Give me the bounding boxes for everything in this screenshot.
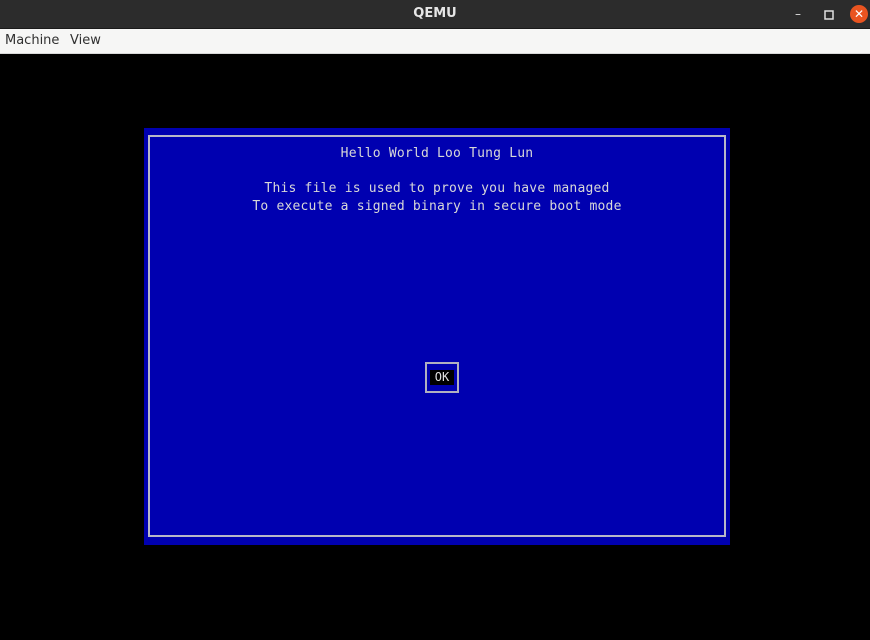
dialog-message-line-2: To execute a signed binary in secure boo… [252,199,622,214]
maximize-icon[interactable] [819,4,839,24]
dialog-title: Hello World Loo Tung Lun [340,146,534,161]
qemu-window: QEMU – ✕ Machine View Hello World Loo Tu… [0,0,870,640]
title-bar[interactable]: QEMU – ✕ [0,0,870,29]
menu-view[interactable]: View [70,29,101,53]
ok-button[interactable]: OK [425,362,459,393]
window-title: QEMU [413,6,457,21]
menu-machine[interactable]: Machine [5,29,59,53]
menu-bar: Machine View [0,29,870,54]
ok-button-label: OK [430,370,454,385]
message-dialog: Hello World Loo Tung Lun This file is us… [144,128,730,545]
dialog-message-line-1: This file is used to prove you have mana… [264,181,610,196]
minimize-icon[interactable]: – [788,4,808,24]
close-icon[interactable]: ✕ [850,5,868,23]
vm-display[interactable]: Hello World Loo Tung Lun This file is us… [0,54,870,640]
